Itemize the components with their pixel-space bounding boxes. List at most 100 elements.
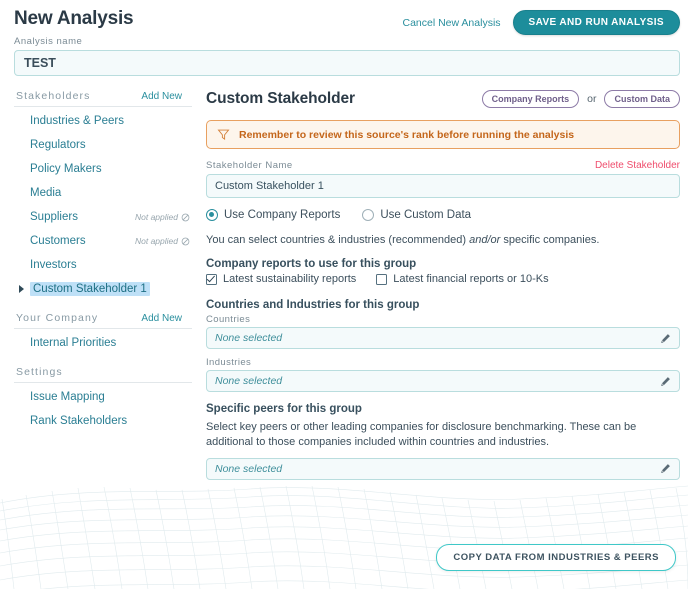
sidebar-group-title: Stakeholders	[16, 90, 91, 102]
checkbox-option-financial-reports[interactable]: Latest financial reports or 10-Ks	[376, 273, 548, 285]
checkbox-indicator-checked[interactable]	[206, 274, 217, 285]
sidebar-item-label: Issue Mapping	[30, 391, 105, 403]
pencil-icon[interactable]	[660, 333, 671, 344]
sidebar-item-label: Internal Priorities	[30, 337, 116, 349]
sidebar-item-investors[interactable]: Investors	[14, 253, 192, 277]
sidebar-group-title: Your Company	[16, 312, 98, 324]
or-separator-label: or	[587, 93, 596, 105]
sidebar-item-issue-mapping[interactable]: Issue Mapping	[14, 385, 192, 409]
radio-indicator-selected[interactable]	[206, 209, 218, 221]
analysis-name-label: Analysis name	[14, 36, 680, 47]
page-body: Stakeholders Add New Industries & Peers …	[0, 76, 688, 488]
cancel-new-analysis-link[interactable]: Cancel New Analysis	[402, 17, 500, 29]
alert-message: Remember to review this source's rank be…	[239, 129, 574, 141]
sidebar-group-header-settings: Settings	[14, 366, 192, 383]
radio-option-use-custom-data[interactable]: Use Custom Data	[362, 209, 471, 221]
footer-actions: COPY DATA FROM INDUSTRIES & PEERS	[436, 544, 676, 571]
rank-review-alert: Remember to review this source's rank be…	[206, 120, 680, 149]
checkbox-label: Latest financial reports or 10-Ks	[393, 273, 548, 285]
specific-peers-description: Select key peers or other leading compan…	[206, 420, 680, 450]
industries-select[interactable]: None selected	[206, 370, 680, 392]
radio-indicator-unselected[interactable]	[362, 209, 374, 221]
sidebar-item-regulators[interactable]: Regulators	[14, 133, 192, 157]
header-actions: Cancel New Analysis SAVE AND RUN ANALYSI…	[402, 6, 680, 35]
not-applied-badge: Not applied	[135, 212, 190, 222]
sidebar-item-label: Rank Stakeholders	[30, 415, 127, 427]
not-applied-text: Not applied	[135, 236, 178, 246]
stakeholder-name-label: Stakeholder Name	[206, 160, 293, 171]
radio-label: Use Custom Data	[380, 209, 471, 221]
stakeholder-name-input[interactable]	[206, 174, 680, 198]
specific-peers-section-title: Specific peers for this group	[206, 403, 680, 415]
helper-text-part-b: specific companies.	[500, 234, 599, 246]
sidebar-item-label: Investors	[30, 259, 77, 271]
sidebar-add-new-company[interactable]: Add New	[141, 313, 182, 324]
sidebar-item-label: Industries & Peers	[30, 115, 124, 127]
helper-text-emphasis: and/or	[469, 234, 500, 246]
prohibited-icon	[181, 213, 190, 222]
selection-helper-text: You can select countries & industries (r…	[206, 234, 680, 246]
not-applied-badge: Not applied	[135, 236, 190, 246]
sidebar-item-custom-stakeholder-1[interactable]: Custom Stakeholder 1	[14, 277, 192, 301]
page-title: New Analysis	[14, 6, 133, 32]
sidebar-group-header-your-company: Your Company Add New	[14, 312, 192, 329]
stakeholder-name-header-row: Stakeholder Name Delete Stakeholder	[206, 160, 680, 174]
sidebar-group-stakeholders: Stakeholders Add New Industries & Peers …	[14, 90, 192, 301]
custom-data-pill-button[interactable]: Custom Data	[604, 90, 680, 108]
pencil-icon[interactable]	[660, 463, 671, 474]
sidebar-item-label: Regulators	[30, 139, 86, 151]
data-source-radio-group: Use Company Reports Use Custom Data	[206, 209, 680, 221]
delete-stakeholder-link[interactable]: Delete Stakeholder	[595, 160, 680, 171]
checkbox-indicator-unchecked[interactable]	[376, 274, 387, 285]
sidebar-group-your-company: Your Company Add New Internal Priorities	[14, 312, 192, 355]
sidebar-item-customers[interactable]: Customers Not applied	[14, 229, 192, 253]
radio-option-use-company-reports[interactable]: Use Company Reports	[206, 209, 340, 221]
countries-industries-section-title: Countries and Industries for this group	[206, 299, 680, 311]
main-panel: Custom Stakeholder Company Reports or Cu…	[192, 90, 688, 488]
helper-text-part-a: You can select countries & industries (r…	[206, 234, 469, 246]
industries-label: Industries	[206, 357, 680, 368]
sidebar-item-suppliers[interactable]: Suppliers Not applied	[14, 205, 192, 229]
prohibited-icon	[181, 237, 190, 246]
source-type-toggle: Company Reports or Custom Data	[482, 90, 680, 108]
specific-peers-selected-value: None selected	[215, 463, 282, 475]
radio-label: Use Company Reports	[224, 209, 340, 221]
company-reports-section-title: Company reports to use for this group	[206, 258, 680, 270]
main-title: Custom Stakeholder	[206, 90, 355, 108]
analysis-name-input[interactable]	[14, 50, 680, 76]
caret-right-icon	[19, 285, 24, 293]
analysis-name-section: Analysis name	[0, 34, 688, 76]
sidebar-spacer	[14, 355, 192, 366]
countries-selected-value: None selected	[215, 332, 282, 344]
sidebar-item-label: Policy Makers	[30, 163, 102, 175]
app-root: New Analysis Cancel New Analysis SAVE AN…	[0, 0, 688, 589]
checkbox-option-sustainability-reports[interactable]: Latest sustainability reports	[206, 273, 356, 285]
save-and-run-analysis-button[interactable]: SAVE AND RUN ANALYSIS	[513, 10, 680, 35]
industries-selected-value: None selected	[215, 375, 282, 387]
sidebar-item-policy-makers[interactable]: Policy Makers	[14, 157, 192, 181]
pencil-icon[interactable]	[660, 376, 671, 387]
sidebar-group-settings: Settings Issue Mapping Rank Stakeholders	[14, 366, 192, 433]
not-applied-text: Not applied	[135, 212, 178, 222]
copy-data-from-industries-peers-button[interactable]: COPY DATA FROM INDUSTRIES & PEERS	[436, 544, 676, 571]
specific-peers-select[interactable]: None selected	[206, 458, 680, 480]
sidebar-item-rank-stakeholders[interactable]: Rank Stakeholders	[14, 409, 192, 433]
sidebar-item-media[interactable]: Media	[14, 181, 192, 205]
company-reports-checkbox-group: Latest sustainability reports Latest fin…	[206, 273, 680, 285]
countries-label: Countries	[206, 314, 680, 325]
sidebar-item-label: Customers	[30, 235, 86, 247]
page-header: New Analysis Cancel New Analysis SAVE AN…	[0, 0, 688, 34]
sidebar: Stakeholders Add New Industries & Peers …	[0, 90, 192, 488]
sidebar-item-internal-priorities[interactable]: Internal Priorities	[14, 331, 192, 355]
sidebar-add-new-stakeholder[interactable]: Add New	[141, 91, 182, 102]
main-header: Custom Stakeholder Company Reports or Cu…	[206, 90, 680, 108]
sidebar-group-title: Settings	[16, 366, 63, 378]
countries-select[interactable]: None selected	[206, 327, 680, 349]
checkbox-label: Latest sustainability reports	[223, 273, 356, 285]
company-reports-pill-button[interactable]: Company Reports	[482, 90, 580, 108]
sidebar-item-label: Media	[30, 187, 61, 199]
sidebar-group-header-stakeholders: Stakeholders Add New	[14, 90, 192, 107]
sidebar-item-label: Custom Stakeholder 1	[30, 282, 150, 296]
sidebar-item-label: Suppliers	[30, 211, 78, 223]
sidebar-item-industries-peers[interactable]: Industries & Peers	[14, 109, 192, 133]
